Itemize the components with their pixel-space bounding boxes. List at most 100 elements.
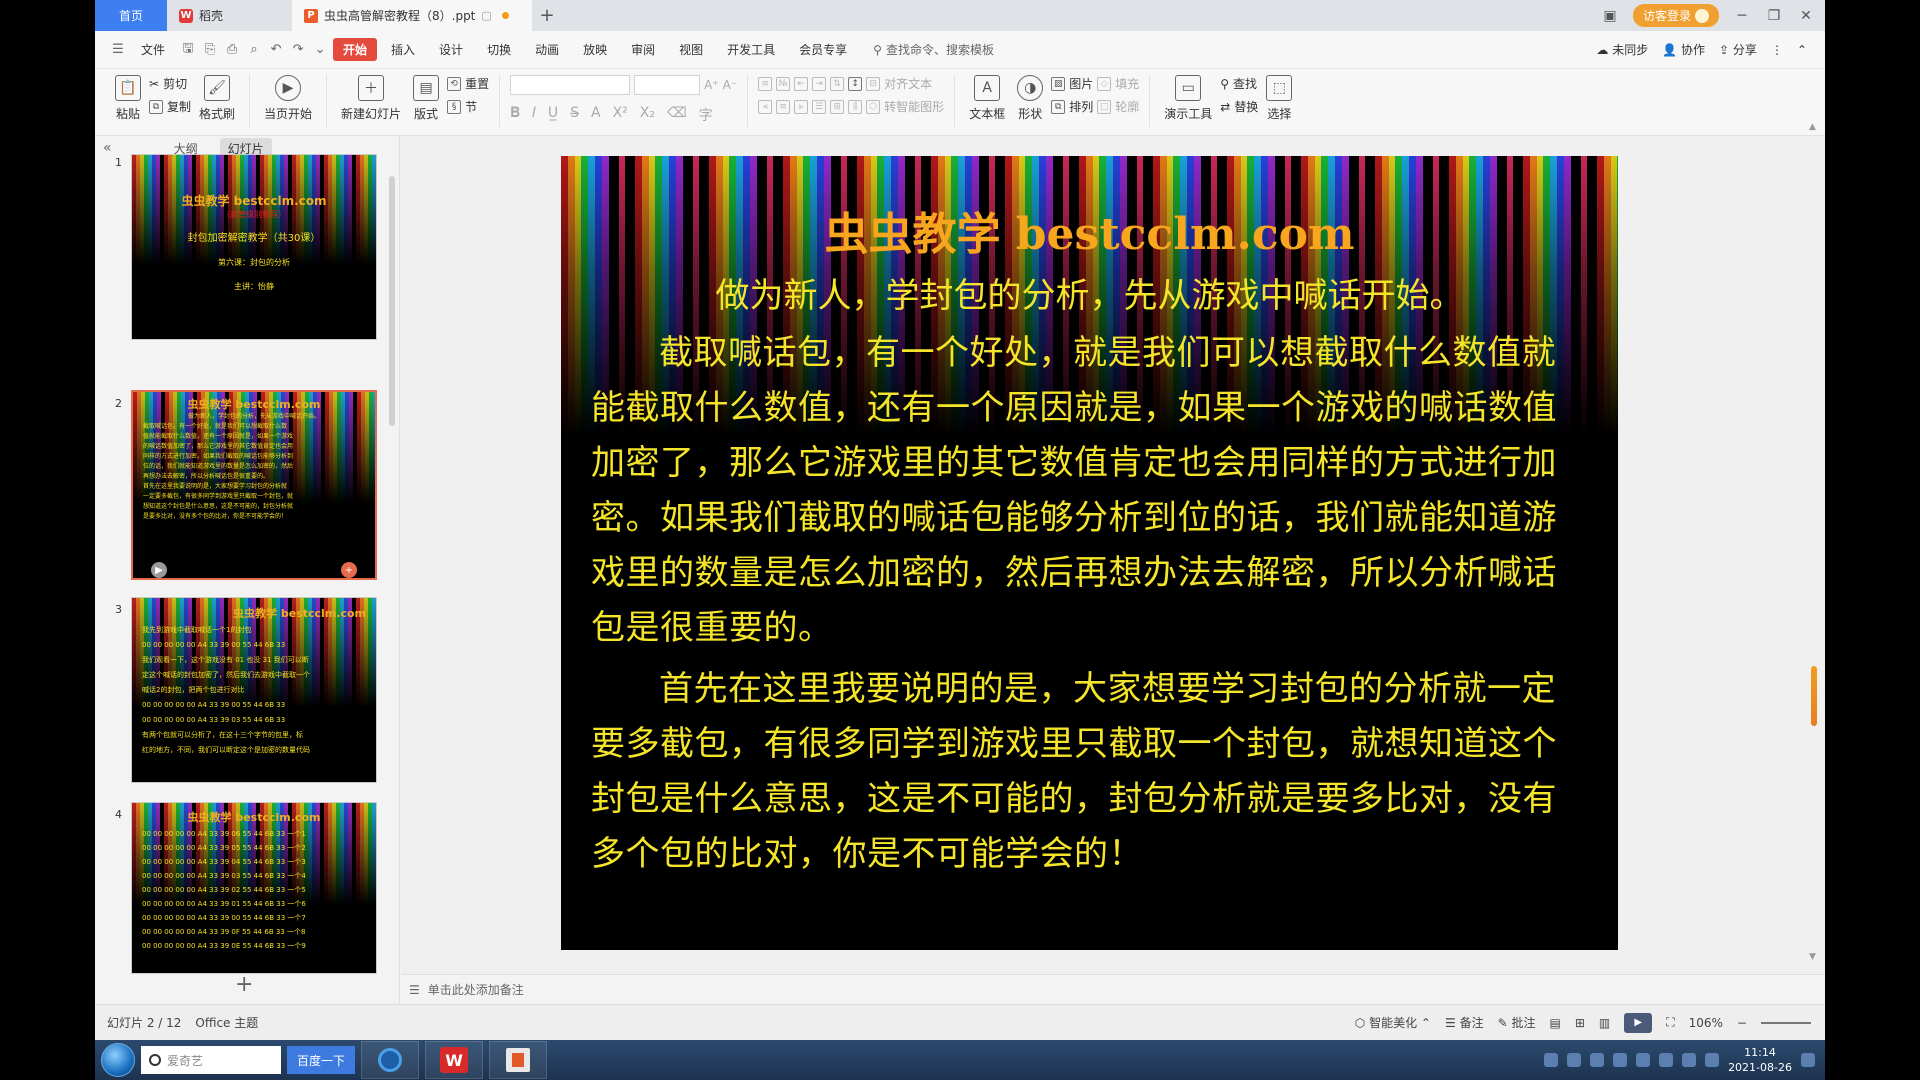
menu-tab-animation[interactable]: 动画 (525, 38, 569, 61)
bullets-icon[interactable]: ≡ (758, 76, 773, 91)
font-family-select[interactable] (510, 75, 631, 95)
numbering-icon[interactable]: № (776, 76, 791, 91)
font-size-select[interactable] (634, 75, 701, 95)
undo-icon[interactable]: ↶ (267, 41, 285, 59)
share-button[interactable]: ⇪ 分享 (1719, 41, 1757, 58)
align-center-icon[interactable]: ≡ (776, 99, 791, 114)
font-color-icon[interactable]: A (591, 105, 601, 125)
shrink-font-icon[interactable]: A⁻ (723, 78, 738, 92)
print-icon[interactable]: ⎙ (223, 41, 241, 59)
menu-tab-transition[interactable]: 切换 (477, 38, 521, 61)
tray-app-icon[interactable] (1613, 1053, 1628, 1067)
collaborate-button[interactable]: 👤 协作 (1662, 41, 1705, 58)
reset-button[interactable]: ⟲ 重置 (447, 75, 489, 92)
taskbar-app-presentation[interactable] (489, 1041, 548, 1079)
slideshow-play-button[interactable]: ▶ (1624, 1012, 1653, 1033)
textbox-button[interactable]: A 文本框 (965, 75, 1009, 122)
menu-tab-design[interactable]: 设计 (429, 38, 473, 61)
slide-paragraph-1[interactable]: 截取喊话包，有一个好处，就是我们可以想截取什么数值就能截取什么数值，还有一个原因… (591, 326, 1588, 656)
close-icon[interactable]: ✕ (1797, 8, 1815, 24)
distribute-icon[interactable]: ⊞ (830, 99, 845, 114)
add-slide-button[interactable]: + (235, 972, 253, 997)
menu-tab-slideshow[interactable]: 放映 (573, 38, 617, 61)
add-slide-icon[interactable]: + (341, 562, 357, 578)
command-search[interactable]: ⚲ 查找命令、搜索模板 (873, 41, 994, 58)
outline-button[interactable]: □ 轮廓 (1097, 98, 1139, 115)
sync-button[interactable]: ☁ 未同步 (1596, 41, 1648, 58)
justify-icon[interactable]: ☰ (812, 99, 827, 114)
reading-view-icon[interactable]: ▥ (1599, 1016, 1610, 1030)
play-from-slide-icon[interactable]: ▶ (151, 562, 167, 578)
section-button[interactable]: § 节 (447, 98, 489, 115)
tray-app-icon[interactable] (1636, 1053, 1651, 1067)
zoom-slider[interactable] (1761, 1021, 1811, 1024)
underline-icon[interactable]: U̲ (548, 105, 558, 125)
tray-app-icon[interactable] (1590, 1053, 1605, 1067)
cut-button[interactable]: ✂ 剪切 (149, 75, 191, 92)
network-icon[interactable] (1682, 1053, 1697, 1067)
increase-indent-icon[interactable]: ⇥ (812, 76, 827, 91)
menu-tab-home[interactable]: 开始 (333, 38, 378, 61)
slide-paragraph-2[interactable]: 首先在这里我要说明的是，大家想要学习封包的分析就一定要多截包，有很多同学到游戏里… (591, 662, 1588, 882)
normal-view-icon[interactable]: ▤ (1549, 1016, 1560, 1030)
volume-icon[interactable] (1659, 1053, 1674, 1067)
export-icon[interactable]: ⎘ (201, 41, 219, 59)
new-slide-button[interactable]: ＋ 新建幻灯片 (337, 75, 405, 122)
menu-tab-developer[interactable]: 开发工具 (717, 38, 785, 61)
ime-icon[interactable] (1544, 1053, 1559, 1067)
taskbar-app-browser[interactable] (361, 1041, 420, 1079)
notification-icon[interactable] (1801, 1053, 1815, 1067)
paste-button[interactable]: 📋 粘贴 (111, 75, 145, 122)
italic-icon[interactable]: 𝐼 (532, 105, 536, 125)
start-button[interactable] (101, 1043, 135, 1077)
minimize-icon[interactable]: ─ (1733, 8, 1751, 24)
bold-icon[interactable]: 𝐁 (510, 105, 520, 125)
align-right-icon[interactable]: ⫸ (794, 99, 809, 114)
print-preview-icon[interactable]: ⌕ (245, 41, 263, 59)
layout-switch-icon[interactable]: ▣ (1601, 8, 1619, 24)
scroll-down-icon[interactable]: ▼ (1809, 952, 1816, 962)
clear-format-icon[interactable]: ⌫ (667, 105, 687, 125)
slide-thumbnail-3[interactable]: 虫虫教学 bestcclm.com 我先到游戏中截取喊话一个1的封包 00 00… (131, 597, 377, 783)
menu-tab-view[interactable]: 视图 (669, 38, 713, 61)
menu-tab-review[interactable]: 审阅 (621, 38, 665, 61)
start-current-button[interactable]: ▶ 当页开始 (260, 75, 316, 122)
customize-chevron-icon[interactable]: ⌄ (311, 41, 329, 59)
phonetic-icon[interactable]: 字 (699, 105, 713, 125)
columns-icon[interactable]: ⫼ (848, 99, 863, 114)
slide-lead-text[interactable]: 做为新人，学封包的分析，先从游戏中喊话开始。 (591, 272, 1588, 320)
text-direction-icon[interactable]: ⇅ (830, 76, 845, 91)
fit-window-icon[interactable]: ⛶ (1666, 1015, 1674, 1030)
zoom-out-icon[interactable]: − (1737, 1016, 1747, 1030)
current-slide[interactable]: 虫虫教学 bestcclm.com 做为新人，学封包的分析，先从游戏中喊话开始。… (561, 156, 1618, 950)
collapse-ribbon-icon[interactable]: ⌃ (1797, 43, 1807, 57)
smart-graphic-label[interactable]: 转智能图形 (884, 98, 944, 115)
zoom-level[interactable]: 106% (1689, 1016, 1723, 1030)
menu-tab-insert[interactable]: 插入 (381, 38, 425, 61)
menu-file[interactable]: 文件 (131, 38, 175, 61)
copy-button[interactable]: ⧉ 复制 (149, 98, 191, 115)
subscript-icon[interactable]: X₂ (640, 105, 655, 125)
scrollbar-thumb[interactable] (1811, 666, 1817, 726)
hamburger-icon[interactable]: ☰ (109, 41, 127, 59)
slide-thumbnail-4[interactable]: 虫虫教学 bestcclm.com 00 00 00 00 00 A4 33 3… (131, 802, 377, 974)
slide-title[interactable]: 虫虫教学 bestcclm.com (591, 204, 1588, 266)
align-text-label[interactable]: 对齐文本 (884, 75, 932, 92)
line-spacing-icon[interactable]: ↕ (848, 76, 863, 91)
decrease-indent-icon[interactable]: ⇤ (794, 76, 809, 91)
display-icon[interactable] (1705, 1053, 1720, 1067)
fill-button[interactable]: ◇ 填充 (1097, 75, 1139, 92)
grow-font-icon[interactable]: A⁺ (704, 78, 719, 92)
tab-document[interactable]: P 虫虫高管解密教程（8）.ppt ▢ (292, 0, 532, 31)
shape-button[interactable]: ◑ 形状 (1013, 75, 1047, 122)
comments-button[interactable]: ✎ 批注 (1498, 1014, 1536, 1031)
notes-toggle-button[interactable]: ☰ 备注 (1445, 1014, 1484, 1031)
picture-button[interactable]: ▨ 图片 (1051, 75, 1093, 92)
menu-tab-member[interactable]: 会员专享 (789, 38, 857, 61)
find-button[interactable]: ⚲ 查找 (1220, 75, 1258, 92)
present-tools-button[interactable]: ▭ 演示工具 (1160, 75, 1216, 122)
theme-name[interactable]: Office 主题 (195, 1014, 258, 1031)
replace-button[interactable]: ⇄ 替换 (1220, 98, 1258, 115)
more-icon[interactable]: ⋮ (1771, 43, 1783, 57)
baidu-search-button[interactable]: 百度一下 (287, 1046, 356, 1074)
